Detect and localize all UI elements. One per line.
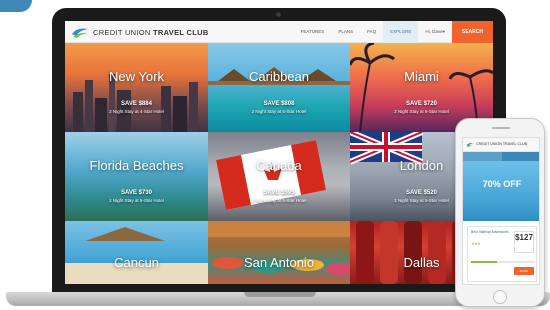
phone-tab-2[interactable] xyxy=(502,152,539,161)
tile-save: SAVE $808 xyxy=(263,101,295,107)
umbrellas-graphic xyxy=(208,221,350,275)
nav-user-menu[interactable]: Hi, Dave▾ xyxy=(418,21,452,43)
tile-save: SAVE $595 xyxy=(263,190,295,196)
phone-logo-text[interactable]: CREDIT UNION TRAVEL CLUB xyxy=(476,142,527,146)
cabana-graphic xyxy=(65,227,208,284)
phone-home-button[interactable] xyxy=(493,290,507,304)
tile-save: SAVE $730 xyxy=(121,190,152,196)
decorative-corner xyxy=(0,0,32,12)
nav-plans[interactable]: PLANS xyxy=(331,21,360,43)
tile-name: San Antonio xyxy=(243,255,315,270)
tile-name: Cancun xyxy=(114,255,159,270)
site-logo-text[interactable]: CREDIT UNION TRAVEL CLUB xyxy=(93,28,209,37)
phone-screen: CREDIT UNION TRAVEL CLUB 70% OFF Best Va… xyxy=(462,137,540,285)
logo-bold: TRAVEL CLUB xyxy=(153,28,209,37)
laptop-camera xyxy=(276,12,281,17)
tile-name: Canada xyxy=(256,158,302,173)
laptop-notch xyxy=(244,292,316,297)
laptop: CREDIT UNION TRAVEL CLUB FEATURES PLANS … xyxy=(52,8,506,296)
tile-new-york[interactable]: New York SAVE $884 2 Night Stay at 4-Sta… xyxy=(65,43,208,132)
tile-florida-beaches[interactable]: Florida Beaches SAVE $730 2 Night Stay a… xyxy=(65,132,208,221)
tile-caribbean[interactable]: Caribbean SAVE $808 2 Night Stay at 5-St… xyxy=(208,43,350,132)
tile-name: Florida Beaches xyxy=(89,158,184,173)
phone-tab-1[interactable] xyxy=(463,152,502,161)
tile-sub: 2 Night Stay at 5-Star Hotel xyxy=(251,198,307,203)
laptop-screen: CREDIT UNION TRAVEL CLUB FEATURES PLANS … xyxy=(65,21,493,284)
tile-save: SAVE $720 xyxy=(406,101,437,107)
tile-sub: 2 Night Stay at 5-Star Hotel xyxy=(251,109,307,114)
logo-swoosh-icon xyxy=(72,28,88,38)
star-rating-icon: ★★★ xyxy=(471,241,481,246)
phone-tabs xyxy=(463,152,539,161)
canada-flag-graphic xyxy=(216,140,326,210)
phone-card-title: Best Valleray Adventures xyxy=(471,230,509,234)
tile-sub: 2 Night Stay at 5-Star Hotel xyxy=(394,109,449,114)
phone-progress-fill xyxy=(471,261,497,263)
tile-sub: 2 Night Stay at 4-Star Hotel xyxy=(109,109,164,114)
phone-price-box: $127 xyxy=(514,231,534,253)
phone-speaker xyxy=(492,127,510,129)
logo-prefix: CREDIT UNION xyxy=(93,28,154,37)
tile-cancun[interactable]: Cancun xyxy=(65,221,208,284)
destination-grid: New York SAVE $884 2 Night Stay at 4-Sta… xyxy=(65,43,493,284)
site-nav: FEATURES PLANS FAQ EXPLORE Hi, Dave▾ SEA… xyxy=(294,21,493,43)
composite-image: CREDIT UNION TRAVEL CLUB FEATURES PLANS … xyxy=(0,0,550,310)
phone-header: CREDIT UNION TRAVEL CLUB xyxy=(463,138,539,152)
phone-price: $127 xyxy=(515,233,533,242)
phone: CREDIT UNION TRAVEL CLUB 70% OFF Best Va… xyxy=(455,118,545,307)
nav-explore[interactable]: EXPLORE xyxy=(383,21,419,43)
nav-faq[interactable]: FAQ xyxy=(360,21,383,43)
tile-san-antonio[interactable]: San Antonio xyxy=(208,221,350,284)
phone-hero-discount: 70% OFF xyxy=(482,179,522,189)
tile-name: New York xyxy=(109,69,164,84)
phone-book-button[interactable]: BOOK xyxy=(514,267,534,275)
tile-save: SAVE $884 xyxy=(121,101,152,107)
search-button[interactable]: SEARCH xyxy=(451,21,493,43)
tile-name: Caribbean xyxy=(249,69,309,84)
phone-hero: 70% OFF xyxy=(463,161,539,221)
phone-deal-card[interactable]: Best Valleray Adventures ★★★ $127 BOOK xyxy=(467,226,537,282)
tile-name: Miami xyxy=(404,69,439,84)
phone-progress-bar xyxy=(471,261,535,263)
tile-canada[interactable]: Canada SAVE $595 2 Night Stay at 5-Star … xyxy=(208,132,350,221)
tile-sub: 2 Night Stay at 5-Star Hotel xyxy=(109,198,164,203)
nav-features[interactable]: FEATURES xyxy=(294,21,332,43)
site-header: CREDIT UNION TRAVEL CLUB FEATURES PLANS … xyxy=(65,21,493,43)
logo-swoosh-icon xyxy=(466,142,474,148)
